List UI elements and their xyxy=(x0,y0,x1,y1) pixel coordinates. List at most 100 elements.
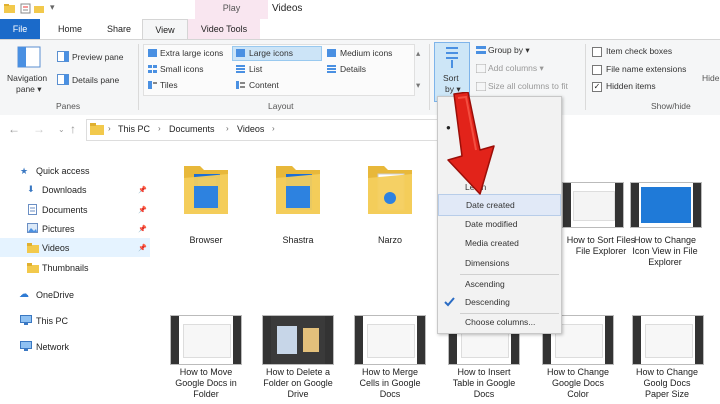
pin-icon[interactable]: 📌 xyxy=(138,244,147,252)
tab-share[interactable]: Share xyxy=(96,19,142,39)
tab-file[interactable]: File xyxy=(0,19,40,39)
ribbon-divider xyxy=(429,44,430,110)
chevron-right-icon[interactable]: › xyxy=(226,124,229,133)
video-label: How to Merge Cells in Google Docs xyxy=(359,367,421,399)
size-all-columns-button[interactable]: Size all columns to fit xyxy=(488,81,568,91)
tab-view[interactable]: View xyxy=(142,19,188,40)
details-pane-button[interactable]: Details pane xyxy=(72,75,119,85)
folder-item[interactable]: Shastra xyxy=(257,152,339,252)
medium-icons-option[interactable]: Medium icons xyxy=(340,48,392,58)
file-name-extensions-checkbox[interactable] xyxy=(592,65,602,75)
red-arrow-icon xyxy=(447,92,495,195)
extra-large-icons-option[interactable]: Extra large icons xyxy=(160,48,223,58)
video-item[interactable]: How to Change Goolg Docs Paper Size xyxy=(630,310,712,404)
back-arrow-icon[interactable]: ← xyxy=(8,122,20,136)
address-bar-area: ← → ⌄ ↑ › This PC › Documents › Videos › xyxy=(0,115,720,143)
video-label: How to Move Google Docs in Folder xyxy=(175,367,237,399)
navigation-pane-dropdown[interactable]: pane ▾ xyxy=(16,84,42,95)
video-label: How to Change Goolg Docs Paper Size xyxy=(635,367,699,399)
folder-item[interactable]: Narzo xyxy=(349,152,431,252)
network-icon xyxy=(20,341,32,351)
breadcrumb-this-pc[interactable]: This PC xyxy=(118,124,150,134)
ribbon-divider xyxy=(138,44,139,110)
navigation-pane-button[interactable]: Navigation xyxy=(7,73,47,83)
small-icons-option[interactable]: Small icons xyxy=(160,64,203,74)
sort-by-icon xyxy=(446,47,458,68)
folder-icon xyxy=(27,243,39,253)
video-item[interactable]: How to Move Google Docs in Folder xyxy=(165,310,247,404)
chevron-right-icon[interactable]: › xyxy=(108,124,111,133)
item-check-boxes-label: Item check boxes xyxy=(606,46,673,56)
hide-selected-fragment[interactable]: Hide xyxy=(702,73,719,83)
computer-icon xyxy=(20,315,32,325)
layout-group-label: Layout xyxy=(268,101,294,111)
pin-icon[interactable]: 📌 xyxy=(138,186,147,194)
folder-label: Browser xyxy=(189,235,223,245)
large-icons-option[interactable]: Large icons xyxy=(249,48,293,58)
nav-videos[interactable]: Videos 📌 xyxy=(0,239,150,257)
pin-icon[interactable]: 📌 xyxy=(138,206,147,214)
play-context-header: Play xyxy=(195,0,268,19)
details-icon xyxy=(327,65,336,73)
nav-quick-access[interactable]: ★ Quick access xyxy=(0,162,150,180)
chevron-right-icon[interactable]: › xyxy=(158,124,161,133)
video-item[interactable]: How to Merge Cells in Google Docs xyxy=(349,310,431,404)
breadcrumb-videos[interactable]: Videos xyxy=(237,124,264,134)
menu-item-ascending[interactable]: Ascending xyxy=(438,274,561,294)
forward-arrow-icon[interactable]: → xyxy=(33,122,45,136)
nav-pictures[interactable]: Pictures 📌 xyxy=(0,220,150,238)
video-label: How to Delete a Folder on Google Drive xyxy=(263,367,333,399)
window-title: Videos xyxy=(272,3,303,14)
folder-label: Narzo xyxy=(377,235,402,245)
nav-this-pc[interactable]: This PC xyxy=(0,312,150,330)
menu-item-dimensions[interactable]: Dimensions xyxy=(438,253,561,273)
item-check-boxes-checkbox[interactable] xyxy=(592,47,602,57)
list-icon xyxy=(236,65,245,73)
folder-item[interactable]: Browser xyxy=(165,152,247,252)
nav-downloads[interactable]: ⬇ Downloads 📌 xyxy=(0,181,150,199)
video-item[interactable]: How to Change Icon View in File Explorer xyxy=(630,152,712,272)
sort-by-label: Sort xyxy=(443,73,459,83)
title-bar: ▾ Play Videos xyxy=(0,0,720,19)
video-thumbnail xyxy=(630,182,702,228)
video-thumbnail xyxy=(562,182,624,228)
nav-thumbnails[interactable]: Thumbnails xyxy=(0,259,150,277)
nav-documents[interactable]: Documents 📌 xyxy=(0,201,150,219)
pin-icon[interactable]: 📌 xyxy=(138,225,147,233)
up-arrow-icon[interactable]: ↑ xyxy=(70,122,76,136)
menu-item-choose-columns[interactable]: Choose columns... xyxy=(438,312,561,332)
layout-scroll-up-icon[interactable]: ▴ xyxy=(416,48,420,59)
new-folder-icon[interactable] xyxy=(34,3,45,14)
menu-item-date-created[interactable]: Date created xyxy=(438,194,561,216)
recent-locations-icon[interactable]: ⌄ xyxy=(58,125,65,134)
hidden-items-checkbox[interactable]: ✓ xyxy=(592,82,602,92)
add-columns-button[interactable]: Add columns ▾ xyxy=(488,63,544,74)
medium-icons-icon xyxy=(327,49,336,57)
list-option[interactable]: List xyxy=(249,64,262,74)
large-icons-icon xyxy=(236,49,245,57)
details-option[interactable]: Details xyxy=(340,64,366,74)
chevron-right-icon[interactable]: › xyxy=(272,124,275,133)
customize-quick-access-icon[interactable]: ▾ xyxy=(50,2,55,13)
folder-icon xyxy=(368,166,412,214)
preview-pane-button[interactable]: Preview pane xyxy=(72,52,124,62)
nav-onedrive[interactable]: ☁ OneDrive xyxy=(0,286,150,304)
layout-expand-icon[interactable]: ▾ xyxy=(416,80,420,91)
tab-video-tools[interactable]: Video Tools xyxy=(188,19,260,39)
nav-network[interactable]: Network xyxy=(0,338,150,356)
properties-icon[interactable] xyxy=(20,3,31,14)
breadcrumb-documents[interactable]: Documents xyxy=(169,124,215,134)
menu-item-date-modified[interactable]: Date modified xyxy=(438,214,561,234)
video-label: How to Change Google Docs Color xyxy=(546,367,610,399)
video-folder-icon xyxy=(184,166,228,214)
content-icon xyxy=(236,81,245,89)
content-option[interactable]: Content xyxy=(249,80,279,90)
menu-item-media-created[interactable]: Media created xyxy=(438,233,561,253)
group-by-button[interactable]: Group by ▾ xyxy=(488,45,530,56)
tab-home[interactable]: Home xyxy=(47,19,93,39)
folder-icon xyxy=(90,123,104,135)
menu-item-descending[interactable]: Descending xyxy=(438,292,561,312)
video-item[interactable]: How to Delete a Folder on Google Drive xyxy=(257,310,339,404)
video-label: How to Insert Table in Google Docs xyxy=(452,367,516,399)
tiles-option[interactable]: Tiles xyxy=(160,80,178,90)
